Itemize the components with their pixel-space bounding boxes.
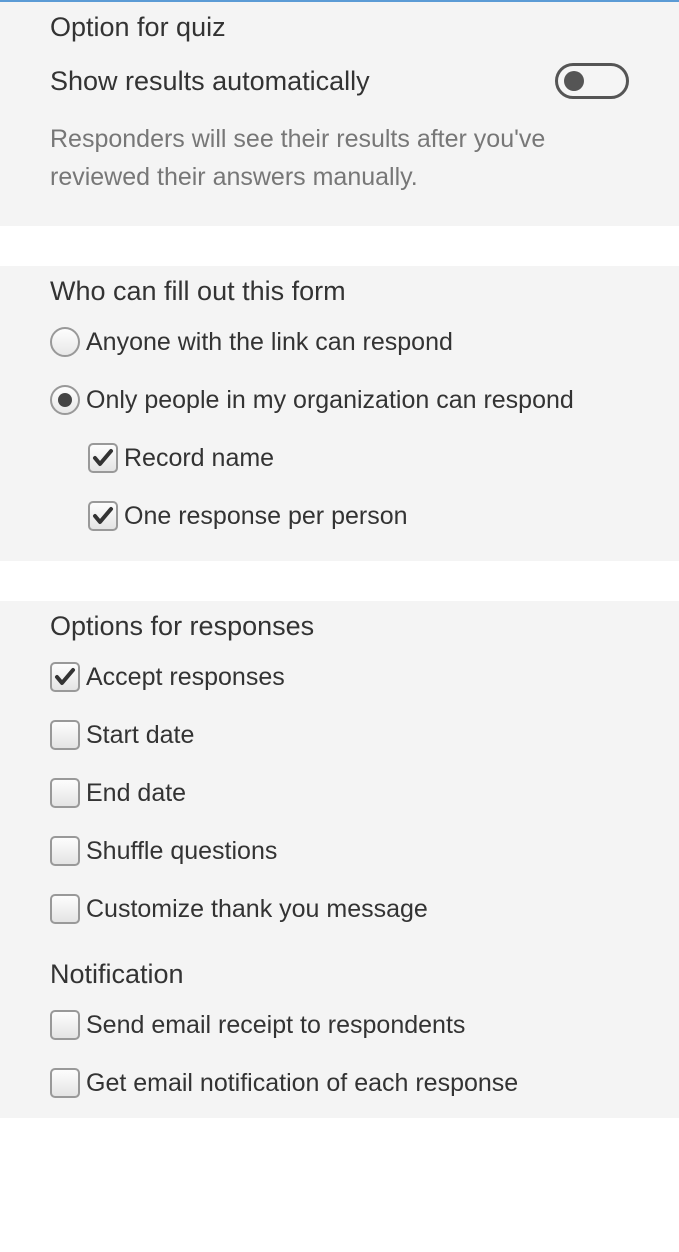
checkbox-box-icon	[50, 1010, 80, 1040]
checkbox-email-notification-label: Get email notification of each response	[86, 1069, 518, 1098]
checkbox-end-date[interactable]: End date	[50, 778, 629, 808]
checkbox-email-receipt[interactable]: Send email receipt to respondents	[50, 1010, 629, 1040]
checkbox-record-name-label: Record name	[124, 444, 274, 473]
checkmark-icon	[91, 446, 115, 470]
checkbox-box-icon	[88, 443, 118, 473]
checkmark-icon	[53, 665, 77, 689]
toggle-knob-icon	[564, 71, 584, 91]
radio-organization-label: Only people in my organization can respo…	[86, 386, 574, 415]
checkbox-customize-thank-you[interactable]: Customize thank you message	[50, 894, 629, 924]
radio-anyone-label: Anyone with the link can respond	[86, 328, 453, 357]
checkbox-box-icon	[88, 501, 118, 531]
radio-circle-icon	[50, 385, 80, 415]
checkbox-one-response-label: One response per person	[124, 502, 408, 531]
checkbox-start-date-label: Start date	[86, 721, 194, 750]
checkbox-box-icon	[50, 662, 80, 692]
responses-section: Options for responses Accept responses S…	[0, 601, 679, 1118]
checkbox-end-date-label: End date	[86, 779, 186, 808]
checkbox-shuffle-questions[interactable]: Shuffle questions	[50, 836, 629, 866]
access-section-title: Who can fill out this form	[50, 276, 629, 307]
checkbox-accept-responses[interactable]: Accept responses	[50, 662, 629, 692]
notification-section-title: Notification	[50, 959, 629, 990]
checkbox-box-icon	[50, 778, 80, 808]
checkbox-shuffle-questions-label: Shuffle questions	[86, 837, 277, 866]
show-results-label: Show results automatically	[50, 66, 370, 97]
access-section: Who can fill out this form Anyone with t…	[0, 266, 679, 561]
quiz-section-title: Option for quiz	[50, 12, 629, 43]
show-results-toggle[interactable]	[555, 63, 629, 99]
radio-organization[interactable]: Only people in my organization can respo…	[50, 385, 629, 415]
checkbox-start-date[interactable]: Start date	[50, 720, 629, 750]
checkbox-record-name[interactable]: Record name	[88, 443, 629, 473]
show-results-row: Show results automatically	[50, 63, 629, 99]
section-divider	[0, 561, 679, 601]
checkbox-one-response[interactable]: One response per person	[88, 501, 629, 531]
checkbox-box-icon	[50, 894, 80, 924]
checkbox-box-icon	[50, 1068, 80, 1098]
checkbox-accept-responses-label: Accept responses	[86, 663, 285, 692]
checkbox-box-icon	[50, 836, 80, 866]
quiz-options-section: Option for quiz Show results automatical…	[0, 0, 679, 226]
checkbox-customize-thank-you-label: Customize thank you message	[86, 895, 428, 924]
checkbox-email-receipt-label: Send email receipt to respondents	[86, 1011, 465, 1040]
radio-anyone[interactable]: Anyone with the link can respond	[50, 327, 629, 357]
checkmark-icon	[91, 504, 115, 528]
radio-circle-icon	[50, 327, 80, 357]
checkbox-box-icon	[50, 720, 80, 750]
section-divider	[0, 226, 679, 266]
show-results-description: Responders will see their results after …	[50, 121, 629, 196]
responses-section-title: Options for responses	[50, 611, 629, 642]
checkbox-email-notification[interactable]: Get email notification of each response	[50, 1068, 629, 1098]
